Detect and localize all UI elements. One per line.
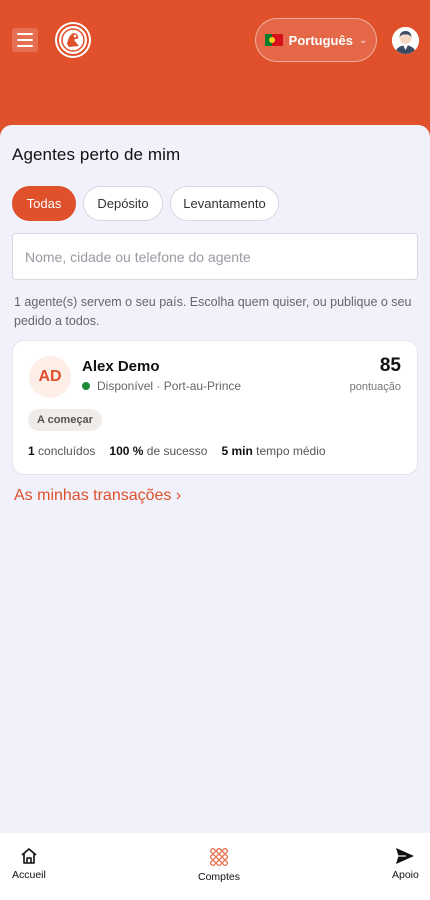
status-dot-icon	[82, 382, 90, 390]
stat-success: 100 % de sucesso	[109, 444, 208, 458]
agent-score: 85	[379, 355, 401, 376]
grid-icon	[210, 848, 228, 866]
user-avatar[interactable]	[392, 27, 419, 54]
agent-search-input[interactable]	[12, 233, 418, 280]
agent-name: Alex Demo	[82, 358, 160, 375]
agent-status: Disponível · Port-au-Prince	[82, 379, 241, 393]
send-icon	[396, 848, 415, 864]
stat-avg-time: 5 min tempo médio	[221, 444, 326, 458]
nav-home[interactable]: Accueil	[12, 847, 46, 881]
filter-chip-withdrawal[interactable]: Levantamento	[170, 186, 279, 221]
nav-comptes-label: Comptes	[198, 871, 241, 883]
agent-level-badge: A começar	[28, 409, 102, 431]
page-title: Agentes perto de mim	[12, 145, 181, 164]
nav-apoio[interactable]: Apoio	[392, 847, 419, 881]
main-panel: Agentes perto de mim Todas Depósito Leva…	[0, 125, 430, 833]
language-label: Português	[288, 32, 353, 48]
nav-apoio-label: Apoio	[392, 869, 419, 881]
language-selector[interactable]: Português ⌄	[255, 18, 377, 62]
brand-logo[interactable]	[55, 22, 91, 58]
agent-stats: 1 concluídos 100 % de sucesso 5 min temp…	[28, 444, 326, 458]
stat-completed: 1 concluídos	[28, 444, 96, 458]
agent-score-label: pontuação	[349, 381, 401, 393]
portugal-flag-icon	[264, 34, 283, 46]
agent-card[interactable]: AD Alex Demo Disponível · Port-au-Prince…	[12, 340, 418, 475]
agent-avatar: AD	[29, 356, 71, 398]
agent-status-text: Disponível · Port-au-Prince	[97, 379, 242, 393]
bottom-nav: Accueil Comptes Apoio	[0, 833, 430, 900]
home-icon	[21, 848, 37, 864]
agents-info-text: 1 agente(s) servem o seu país. Escolha q…	[14, 295, 412, 328]
filter-chip-all[interactable]: Todas	[12, 186, 76, 221]
chevron-down-icon: ⌄	[358, 34, 368, 46]
filter-chip-deposit[interactable]: Depósito	[83, 186, 163, 221]
my-transactions-link[interactable]: As minhas transações ›	[14, 487, 181, 505]
nav-comptes[interactable]: Comptes	[198, 847, 240, 883]
menu-icon[interactable]	[12, 28, 38, 52]
nav-home-label: Accueil	[12, 869, 46, 881]
